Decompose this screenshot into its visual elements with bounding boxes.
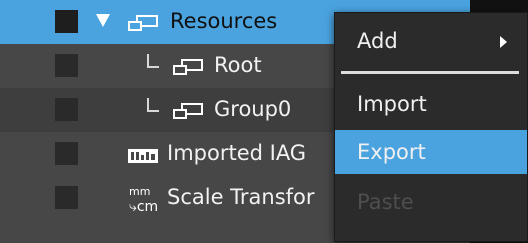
menu-separator bbox=[341, 71, 519, 74]
tree-branch-line bbox=[147, 54, 159, 68]
menu-item-label: Import bbox=[357, 92, 427, 116]
menu-item-add[interactable]: Add bbox=[335, 19, 527, 63]
menu-item-label: Add bbox=[357, 29, 398, 53]
visibility-checkbox[interactable] bbox=[55, 98, 78, 121]
resource-node-icon bbox=[172, 55, 208, 77]
tree-item-label: Imported IAG bbox=[167, 141, 307, 165]
tree-item-label: Root bbox=[214, 53, 262, 77]
scale-transform-icon: mm ⤷cm bbox=[127, 184, 159, 214]
context-menu: Add Import Export Paste bbox=[334, 12, 528, 242]
menu-item-paste: Paste bbox=[335, 180, 527, 224]
expand-arrow-icon[interactable] bbox=[96, 14, 110, 27]
visibility-checkbox[interactable] bbox=[55, 142, 78, 165]
menu-item-label: Export bbox=[357, 140, 426, 164]
svg-text:mm: mm bbox=[129, 185, 150, 198]
resource-node-icon bbox=[127, 11, 163, 33]
visibility-checkbox[interactable] bbox=[55, 186, 78, 209]
visibility-checkbox[interactable] bbox=[55, 10, 78, 33]
imported-iag-icon bbox=[127, 145, 159, 167]
submenu-arrow-icon bbox=[500, 36, 507, 48]
visibility-checkbox[interactable] bbox=[55, 54, 78, 77]
tree-item-label: Group0 bbox=[214, 97, 292, 121]
menu-item-label: Paste bbox=[357, 190, 414, 214]
menu-item-export[interactable]: Export bbox=[335, 130, 527, 174]
tree-branch-line bbox=[147, 98, 159, 112]
tree-item-label: Resources bbox=[170, 9, 278, 33]
tree-item-label: Scale Transfor bbox=[167, 185, 315, 209]
menu-item-import[interactable]: Import bbox=[335, 82, 527, 126]
svg-text:⤷cm: ⤷cm bbox=[129, 199, 158, 214]
resource-node-icon bbox=[172, 99, 208, 121]
